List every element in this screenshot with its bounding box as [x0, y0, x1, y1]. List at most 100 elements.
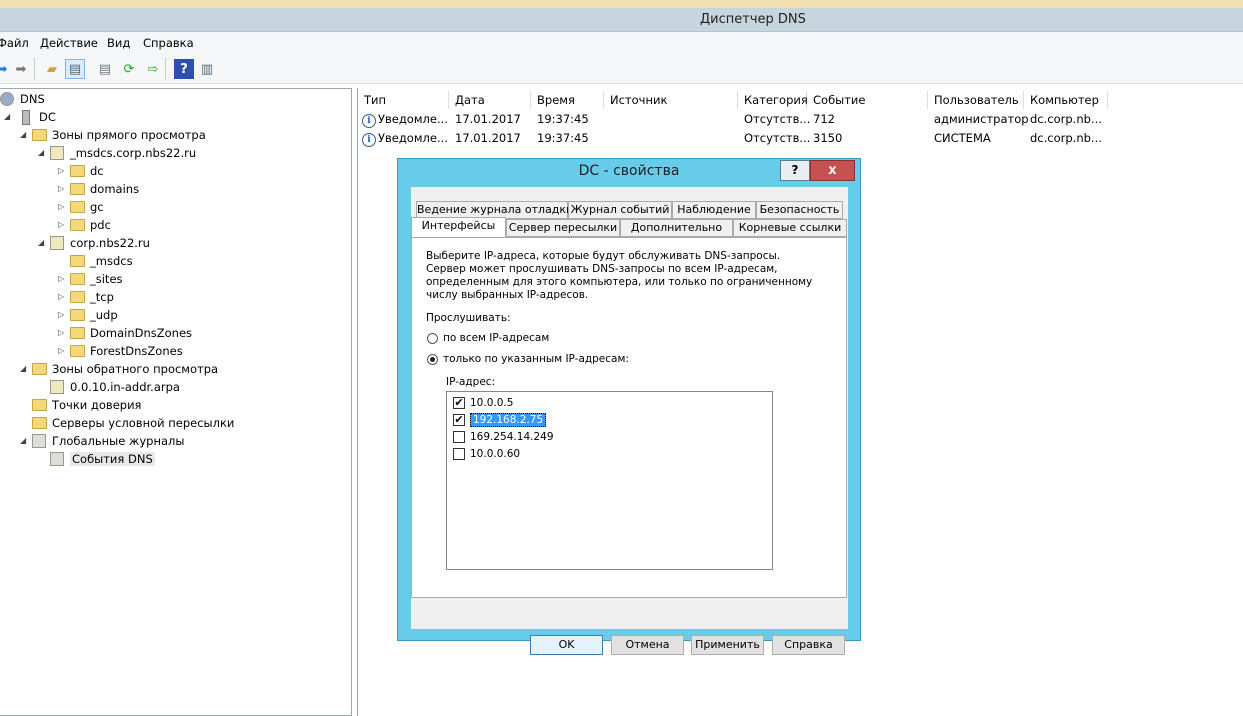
checkbox[interactable]: [453, 448, 465, 460]
folder-icon: [70, 309, 85, 321]
collapse-icon[interactable]: ◢: [4, 112, 10, 121]
forward-icon[interactable]: ➡: [11, 59, 31, 79]
tree-node[interactable]: gc: [70, 198, 104, 216]
column-header[interactable]: Время: [531, 91, 604, 109]
tree-node[interactable]: Зоны прямого просмотра: [32, 126, 206, 144]
up-folder-icon[interactable]: ▰: [42, 59, 62, 79]
tab[interactable]: Журнал событий: [568, 201, 672, 219]
info-icon: i: [362, 133, 376, 147]
tree-node[interactable]: Глобальные журналы: [32, 432, 184, 450]
tree-node[interactable]: Точки доверия: [32, 396, 141, 414]
tab[interactable]: Корневые ссылки: [733, 219, 847, 237]
expand-icon[interactable]: ▷: [58, 274, 64, 283]
column-header[interactable]: Категория: [738, 91, 808, 109]
checkbox[interactable]: ✔: [453, 397, 465, 409]
radio-all-ips[interactable]: [427, 333, 438, 344]
tree-node-label: Глобальные журналы: [52, 434, 185, 448]
export-icon[interactable]: ⇨: [143, 59, 163, 79]
action-pane-icon[interactable]: ▥: [197, 59, 217, 79]
background-strip: [0, 0, 1243, 8]
cancel-button[interactable]: Отмена: [611, 635, 684, 655]
tab[interactable]: Безопасность: [756, 201, 843, 219]
ip-list-item[interactable]: 10.0.0.60: [453, 446, 520, 462]
tree-node[interactable]: _udp: [70, 306, 118, 324]
table-row[interactable]: i Уведомле... 17.01.2017 19:37:45 Отсутств..…: [358, 110, 1108, 129]
expand-icon[interactable]: ▷: [58, 202, 64, 211]
expand-icon[interactable]: ▷: [58, 292, 64, 301]
table-cell: 712: [813, 112, 835, 126]
tree-node[interactable]: DomainDnsZones: [70, 324, 192, 342]
collapse-icon[interactable]: ◢: [20, 130, 26, 139]
menu-view[interactable]: Вид: [107, 36, 130, 50]
column-header[interactable]: Компьютер: [1024, 91, 1108, 109]
tree-node-label: dc: [90, 164, 104, 178]
help-icon[interactable]: ?: [174, 59, 194, 79]
tree-node[interactable]: _msdcs.corp.nbs22.ru: [50, 144, 196, 162]
tab[interactable]: Интерфейсы: [411, 217, 506, 237]
expand-icon[interactable]: ▷: [58, 166, 64, 175]
radio-all-ips-label[interactable]: по всем IP-адресам: [443, 332, 549, 345]
tree-node[interactable]: _tcp: [70, 288, 114, 306]
show-hide-tree-icon[interactable]: ▤: [65, 59, 85, 79]
ip-list-item[interactable]: ✔ 192.168.2.75: [453, 412, 547, 428]
tree-node[interactable]: Зоны обратного просмотра: [32, 360, 218, 378]
collapse-icon[interactable]: ◢: [38, 238, 44, 247]
info-icon: i: [362, 114, 376, 128]
column-header[interactable]: Событие: [807, 91, 928, 109]
column-header[interactable]: Дата: [449, 91, 531, 109]
tree-node[interactable]: ForestDnsZones: [70, 342, 183, 360]
ip-list-item[interactable]: ✔ 10.0.0.5: [453, 395, 513, 411]
tree-node[interactable]: Серверы условной пересылки: [32, 414, 234, 432]
tree-node[interactable]: _msdcs: [70, 252, 133, 270]
tab[interactable]: Наблюдение: [672, 201, 756, 219]
table-row[interactable]: i Уведомле... 17.01.2017 19:37:45 Отсутств..…: [358, 129, 1108, 148]
tree-node[interactable]: corp.nbs22.ru: [50, 234, 150, 252]
folder-icon: [70, 291, 85, 303]
tree-node-label: _msdcs: [90, 254, 133, 268]
help-button[interactable]: ?: [780, 160, 810, 181]
collapse-icon[interactable]: ◢: [20, 364, 26, 373]
cell-text: 19:37:45: [537, 131, 589, 145]
apply-button[interactable]: Применить: [691, 635, 764, 655]
properties-icon[interactable]: ▤: [95, 59, 115, 79]
ok-button[interactable]: OK: [530, 635, 603, 655]
tree-node-label: _msdcs.corp.nbs22.ru: [70, 146, 197, 160]
ip-address: 10.0.0.5: [470, 397, 514, 409]
tab[interactable]: Дополнительно: [620, 219, 733, 237]
tree-node[interactable]: DNS: [0, 90, 45, 108]
tree-node[interactable]: domains: [70, 180, 139, 198]
expand-icon[interactable]: ▷: [58, 310, 64, 319]
expand-icon[interactable]: ▷: [58, 328, 64, 337]
collapse-icon[interactable]: ◢: [20, 436, 26, 445]
refresh-icon[interactable]: ⟳: [119, 59, 139, 79]
expand-icon[interactable]: ▷: [58, 346, 64, 355]
menu-help[interactable]: Справка: [143, 36, 194, 50]
close-button[interactable]: x: [810, 160, 855, 181]
checkbox[interactable]: ✔: [453, 414, 465, 426]
folder-icon: [70, 345, 85, 357]
collapse-icon[interactable]: ◢: [38, 148, 44, 157]
help-dialog-button[interactable]: Справка: [772, 635, 845, 655]
radio-selected-ips[interactable]: [427, 354, 438, 365]
expand-icon[interactable]: ▷: [58, 220, 64, 229]
column-header[interactable]: Тип: [358, 91, 449, 109]
tree-node[interactable]: dc: [70, 162, 104, 180]
menu-file[interactable]: Файл: [0, 36, 29, 50]
tree-node[interactable]: 0.0.10.in-addr.arpa: [50, 378, 180, 396]
tree-node[interactable]: DC: [18, 108, 56, 126]
expand-icon[interactable]: ▷: [58, 184, 64, 193]
tree-node[interactable]: pdc: [70, 216, 111, 234]
column-header[interactable]: Пользователь: [928, 91, 1024, 109]
column-header[interactable]: Источник: [604, 91, 738, 109]
radio-selected-ips-label[interactable]: только по указанным IP-адресам:: [443, 353, 629, 366]
menu-action[interactable]: Действие: [40, 36, 98, 50]
tree-node[interactable]: _sites: [70, 270, 123, 288]
table-cell: 19:37:45: [537, 131, 589, 145]
checkbox[interactable]: [453, 431, 465, 443]
folder-icon: [32, 363, 47, 375]
ip-list-item[interactable]: 169.254.14.249: [453, 429, 554, 445]
tree-node[interactable]: События DNS: [50, 450, 155, 468]
tab[interactable]: Сервер пересылки: [506, 219, 620, 237]
ip-address-list[interactable]: ✔ 10.0.0.5 ✔ 192.168.2.75 169.254.14.249 10.0…: [446, 391, 773, 570]
cell-text: администратор: [934, 112, 1029, 126]
